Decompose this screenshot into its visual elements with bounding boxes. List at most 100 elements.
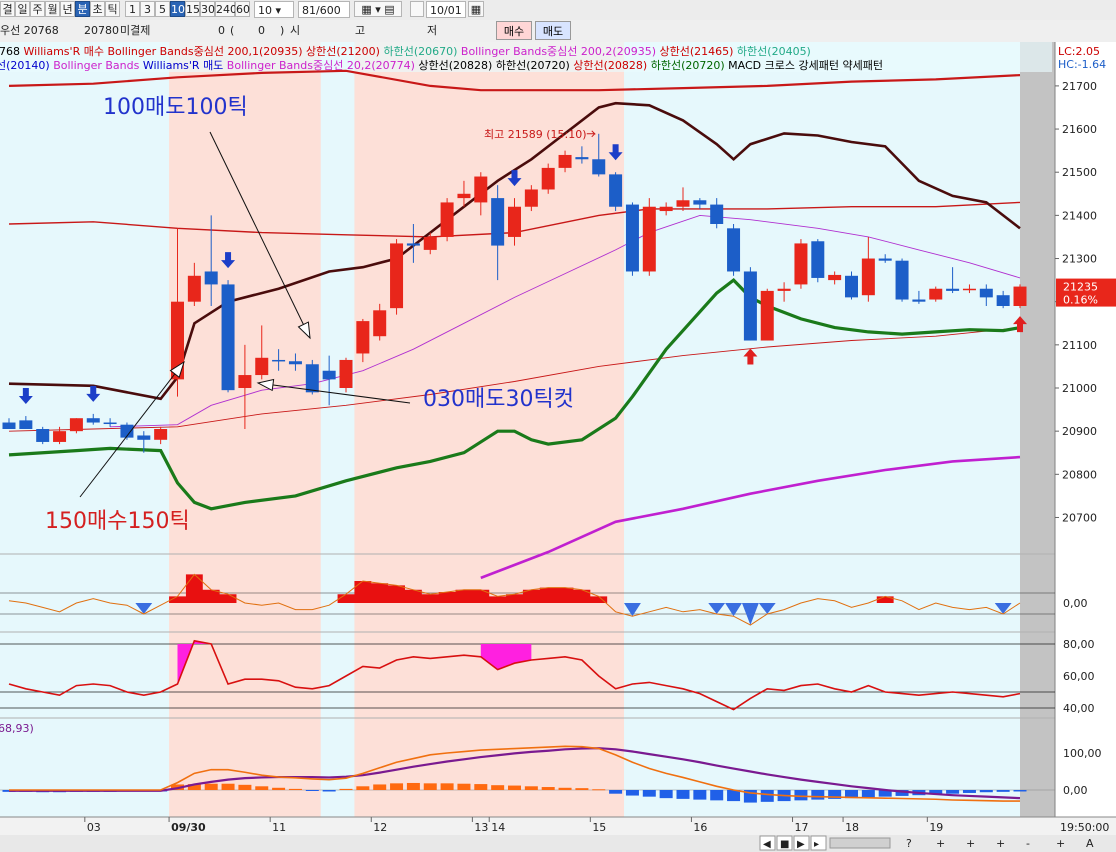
- period-tab[interactable]: 주: [30, 1, 45, 17]
- candle-body: [642, 206, 656, 272]
- legend-item: MACD 크로스 강세패턴 약세패턴: [725, 58, 883, 72]
- candle-body: [895, 260, 909, 300]
- annotation-sell100: 100매도100틱: [103, 95, 248, 120]
- interval-select[interactable]: 10 ▾: [254, 1, 294, 18]
- legend-item: 하한선(20670): [380, 44, 457, 58]
- period-tab[interactable]: 일: [15, 1, 30, 17]
- candle-body: [811, 241, 825, 278]
- annotation-buy150: 150매수150틱: [45, 509, 190, 534]
- macd-histogram-bar: [642, 790, 656, 797]
- candle-body: [575, 157, 589, 160]
- zoom-control[interactable]: -: [1026, 837, 1030, 850]
- y-tick-label: 21100: [1062, 339, 1097, 352]
- candle-body: [558, 154, 572, 168]
- period-tab[interactable]: 년: [60, 1, 75, 17]
- period-tab[interactable]: 분: [75, 1, 90, 17]
- future-area: [1020, 42, 1055, 817]
- time-label: 19:50:00: [1060, 821, 1109, 834]
- candle-body: [1013, 286, 1027, 306]
- candle-body: [457, 193, 471, 199]
- buy-button[interactable]: 매수: [496, 21, 532, 40]
- interval-button[interactable]: 15: [185, 1, 200, 17]
- macd-histogram-bar: [491, 785, 505, 790]
- period-tab[interactable]: 결: [0, 1, 15, 17]
- zoom-control[interactable]: +: [1056, 837, 1065, 850]
- macd-histogram-bar: [676, 790, 690, 799]
- legend-item: 상한선(21465): [656, 45, 733, 58]
- williams-tick-label: 80,00: [1063, 638, 1095, 651]
- macd-histogram-bar: [255, 786, 269, 790]
- candle-body: [727, 228, 741, 272]
- interval-button[interactable]: 30: [200, 1, 215, 17]
- zoom-control[interactable]: ?: [906, 837, 912, 850]
- scroll-button-glyph: ◀: [763, 839, 771, 850]
- period-tab[interactable]: 초: [90, 1, 105, 17]
- macd-histogram-bar: [406, 782, 420, 790]
- macd-histogram-bar: [659, 790, 673, 799]
- sell-button[interactable]: 매도: [535, 21, 571, 40]
- interval-button[interactable]: 60: [235, 1, 250, 17]
- legend-item: Bollinger Bands중심선 20,2(20774): [223, 59, 415, 72]
- period-tab[interactable]: 틱: [105, 1, 120, 17]
- candle-body: [204, 271, 218, 285]
- scroll-thumb[interactable]: [829, 837, 891, 849]
- x-tick-label: 13: [474, 821, 488, 834]
- macd-param-label: 68,93): [0, 722, 34, 735]
- macd-histogram-bar: [204, 783, 218, 790]
- candle-body: [137, 435, 151, 440]
- scroll-button-glyph: ▶: [797, 839, 805, 850]
- scroll-area[interactable]: [0, 835, 1116, 852]
- zoom-control[interactable]: +: [966, 837, 975, 850]
- macd-histogram-bar: [288, 788, 302, 790]
- legend-item: Bollinger Bands: [50, 59, 140, 72]
- candle-body: [676, 200, 690, 207]
- candle-body: [69, 418, 83, 432]
- macd-histogram-bar: [541, 787, 555, 790]
- candle-body: [912, 299, 926, 302]
- interval-button[interactable]: 10: [170, 1, 185, 17]
- toolbar-item-info: 우선 20768 20780 미결제 0 ( 0 ) 시 고 저 매수 매도: [0, 20, 1116, 43]
- x-tick-label: 17: [795, 821, 809, 834]
- x-tick-label: 18: [845, 821, 859, 834]
- legend-item: 선(20140): [0, 59, 50, 72]
- candle-body: [423, 236, 437, 250]
- signal-region: [169, 42, 321, 822]
- candle-body: [996, 295, 1010, 306]
- period-tab[interactable]: 월: [45, 1, 60, 17]
- candle-body: [524, 189, 538, 207]
- interval-button[interactable]: 3: [140, 1, 155, 17]
- macd-histogram-bar: [1013, 790, 1027, 792]
- macd-histogram-bar: [575, 788, 589, 790]
- item-label: 우선 20768: [0, 24, 59, 37]
- interval-button[interactable]: 1: [125, 1, 140, 17]
- y-tick-label: 20800: [1062, 468, 1097, 481]
- candle-body: [760, 290, 774, 341]
- x-tick-label: 12: [373, 821, 387, 834]
- price-value: 20780: [84, 24, 119, 37]
- candle-body: [474, 176, 488, 203]
- legend-item: 상한선(21200): [303, 45, 380, 58]
- unsettled-value: 0: [218, 24, 225, 37]
- candle-body: [238, 375, 252, 388]
- zoom-control[interactable]: +: [996, 837, 1005, 850]
- current-price-pct: 0.16%: [1063, 294, 1098, 307]
- chart-tools[interactable]: ▦ ▾ ▤ ⚙: [354, 1, 402, 32]
- bar-count-field[interactable]: 81/600: [298, 1, 350, 18]
- candle-body: [373, 310, 387, 337]
- candle-body: [86, 418, 100, 423]
- y-tick-label: 20700: [1062, 511, 1097, 524]
- date-checkbox[interactable]: [410, 1, 424, 17]
- calendar-icon[interactable]: ▦: [468, 1, 484, 17]
- macd-histogram-bar: [592, 789, 606, 791]
- williams-tick-label: 60,00: [1063, 670, 1095, 683]
- interval-button[interactable]: 5: [155, 1, 170, 17]
- zoom-control[interactable]: A: [1086, 837, 1094, 850]
- y-tick-label: 21400: [1062, 209, 1097, 222]
- legend-item: 768: [0, 45, 20, 58]
- interval-button[interactable]: 240: [215, 1, 237, 17]
- zoom-control[interactable]: +: [936, 837, 945, 850]
- date-field[interactable]: 10/01: [426, 1, 466, 18]
- macd-histogram-bar: [861, 790, 875, 798]
- osc1-tick-label: 0,00: [1063, 597, 1088, 610]
- candle-body: [187, 275, 201, 302]
